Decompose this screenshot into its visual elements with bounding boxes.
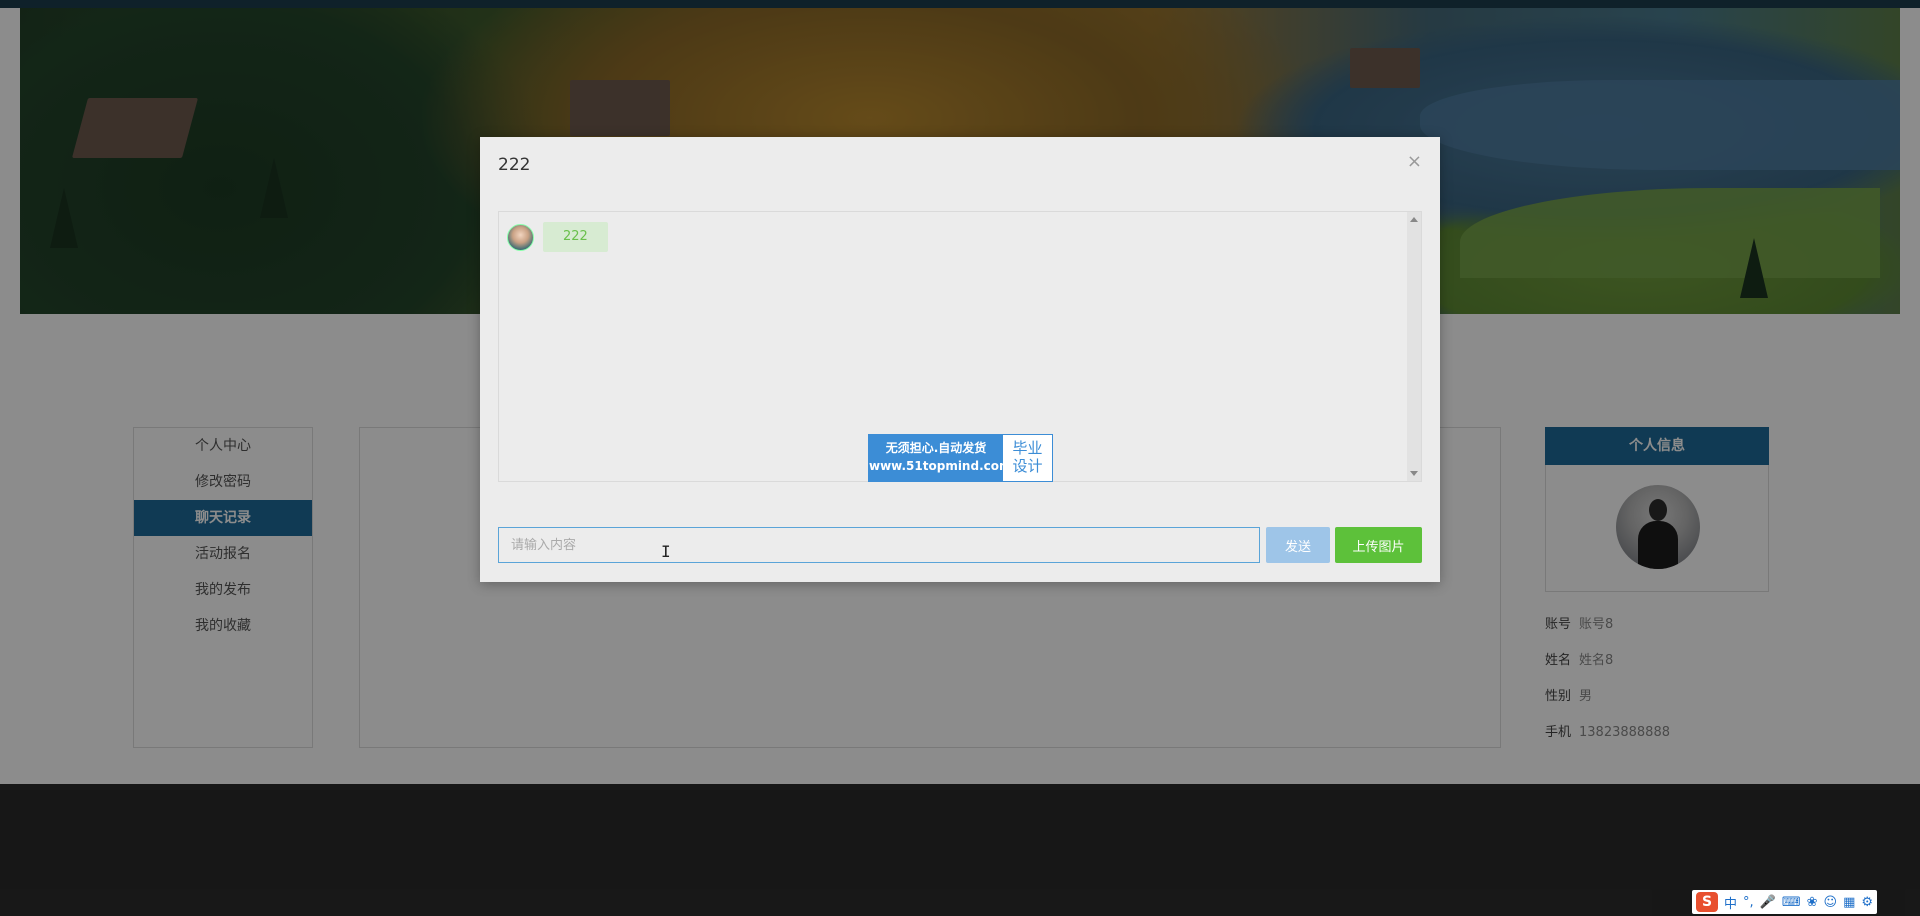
watermark-badge: 无须担心.自动发货 www.51topmind.com 毕业 设计 bbox=[868, 434, 1053, 482]
chat-message: 222 bbox=[507, 222, 608, 252]
watermark-line2: www.51topmind.com bbox=[869, 459, 1012, 473]
watermark-left: 无须担心.自动发货 www.51topmind.com bbox=[869, 435, 1012, 481]
scroll-down-icon[interactable] bbox=[1410, 471, 1418, 476]
ime-toolbar[interactable]: S 中 °, 🎤 ⌨ ❀ ☺ ▦ ⚙ bbox=[1692, 890, 1878, 914]
keyboard-icon[interactable]: ⌨ bbox=[1782, 895, 1801, 910]
skin-icon[interactable]: ❀ bbox=[1807, 895, 1818, 910]
close-icon[interactable]: × bbox=[1407, 151, 1422, 172]
scroll-up-icon[interactable] bbox=[1410, 217, 1418, 222]
upload-image-button[interactable]: 上传图片 bbox=[1335, 527, 1422, 563]
chat-dialog: 222 × 222 发送 上传图片 bbox=[480, 137, 1440, 582]
send-button[interactable]: 发送 bbox=[1266, 527, 1330, 563]
watermark-right: 毕业 设计 bbox=[1003, 435, 1052, 481]
ime-punctuation-toggle[interactable]: °, bbox=[1743, 895, 1754, 910]
watermark-right2: 设计 bbox=[1012, 457, 1043, 475]
ime-mode-toggle[interactable]: 中 bbox=[1724, 893, 1737, 912]
watermark-line1: 无须担心.自动发货 bbox=[885, 441, 987, 455]
text-cursor-icon: I bbox=[661, 542, 671, 561]
watermark-right1: 毕业 bbox=[1012, 439, 1043, 457]
chat-scrollbar[interactable] bbox=[1407, 212, 1421, 481]
chat-message-input[interactable] bbox=[498, 527, 1260, 563]
user-avatar bbox=[507, 223, 534, 251]
emoji-icon[interactable]: ☺ bbox=[1824, 895, 1838, 910]
dialog-title: 222 bbox=[498, 155, 531, 175]
toolbox-icon[interactable]: ▦ bbox=[1843, 895, 1855, 910]
microphone-icon[interactable]: 🎤 bbox=[1760, 895, 1776, 910]
message-bubble: 222 bbox=[543, 222, 608, 252]
settings-gear-icon[interactable]: ⚙ bbox=[1861, 895, 1873, 910]
ime-logo-icon[interactable]: S bbox=[1696, 892, 1718, 912]
